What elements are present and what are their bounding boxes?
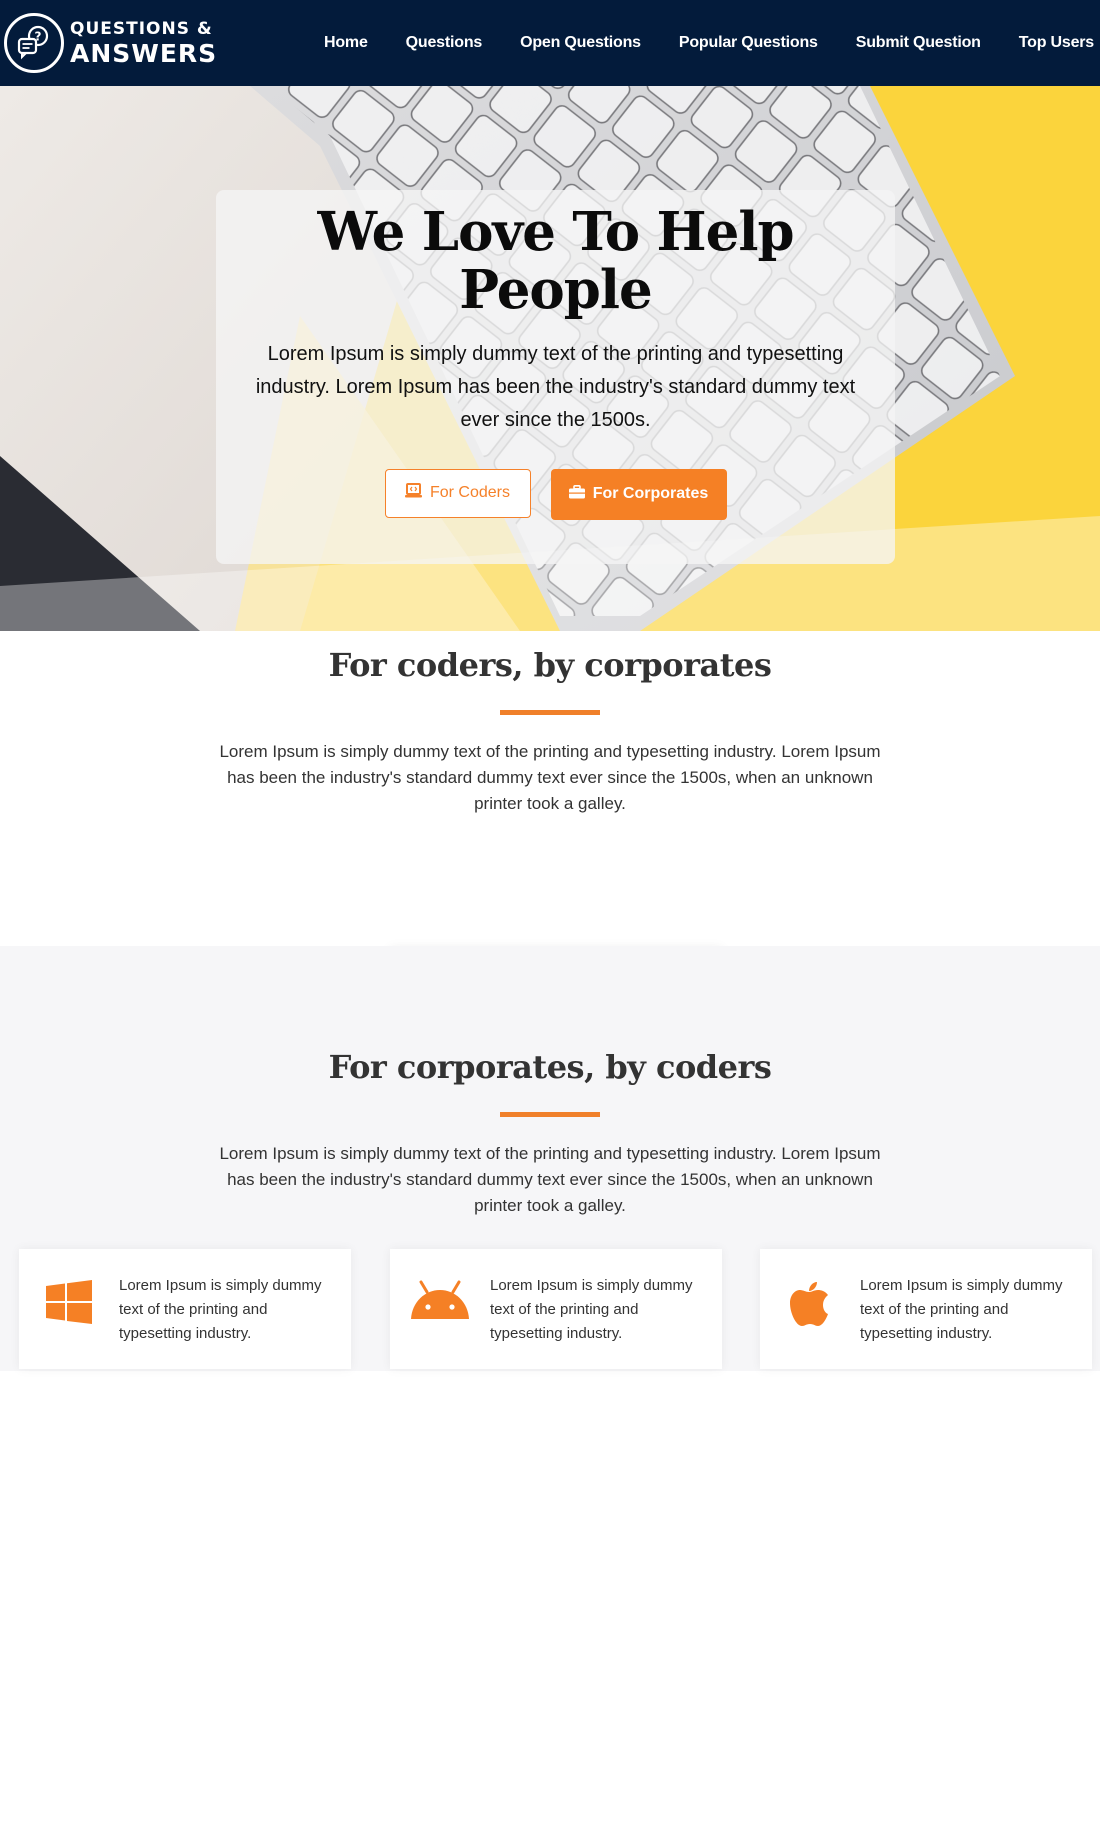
- title-underline: [500, 710, 600, 715]
- corporates-section-text: Lorem Ipsum is simply dummy text of the …: [219, 1144, 881, 1215]
- nav-popular-questions[interactable]: Popular Questions: [679, 34, 818, 52]
- logo[interactable]: ? QUESTIONS & ANSWERS: [4, 13, 217, 73]
- chat-question-icon: ?: [4, 13, 64, 73]
- nav-top-users[interactable]: Top Users: [1019, 34, 1094, 52]
- corporates-section: For corporates, by coders Lorem Ipsum is…: [0, 946, 1100, 1371]
- coders-section-title: For coders, by corporates: [328, 646, 772, 684]
- nav-questions[interactable]: Questions: [406, 34, 483, 52]
- feature-apple: Lorem Ipsum is simply dummy text of the …: [760, 1249, 1092, 1369]
- apple-icon: [760, 1274, 860, 1328]
- logo-line-2: ANSWERS: [70, 38, 218, 68]
- nav-open-questions[interactable]: Open Questions: [520, 34, 641, 52]
- nav-home[interactable]: Home: [324, 34, 368, 52]
- android-icon: [390, 1274, 490, 1320]
- feature-text: Lorem Ipsum is simply dummy text of the …: [490, 1277, 693, 1342]
- windows-icon: [19, 1274, 119, 1326]
- coders-section: For coders, by corporates Lorem Ipsum is…: [0, 86, 1100, 1348]
- corporates-section-title: For corporates, by coders: [328, 1048, 772, 1086]
- platform-features: Lorem Ipsum is simply dummy text of the …: [0, 1249, 1100, 1369]
- feature-text: Lorem Ipsum is simply dummy text of the …: [119, 1277, 322, 1342]
- site-header: ? QUESTIONS & ANSWERS Home Questions Ope…: [0, 0, 1100, 86]
- nav-submit-question[interactable]: Submit Question: [856, 34, 981, 52]
- title-underline: [500, 1112, 600, 1117]
- main-nav: Home Questions Open Questions Popular Qu…: [324, 34, 1094, 52]
- coders-section-text: Lorem Ipsum is simply dummy text of the …: [219, 742, 881, 813]
- feature-windows: Lorem Ipsum is simply dummy text of the …: [19, 1249, 351, 1369]
- feature-android: Lorem Ipsum is simply dummy text of the …: [390, 1249, 722, 1369]
- feature-text: Lorem Ipsum is simply dummy text of the …: [860, 1277, 1063, 1342]
- logo-line-1: QUESTIONS &: [70, 18, 213, 39]
